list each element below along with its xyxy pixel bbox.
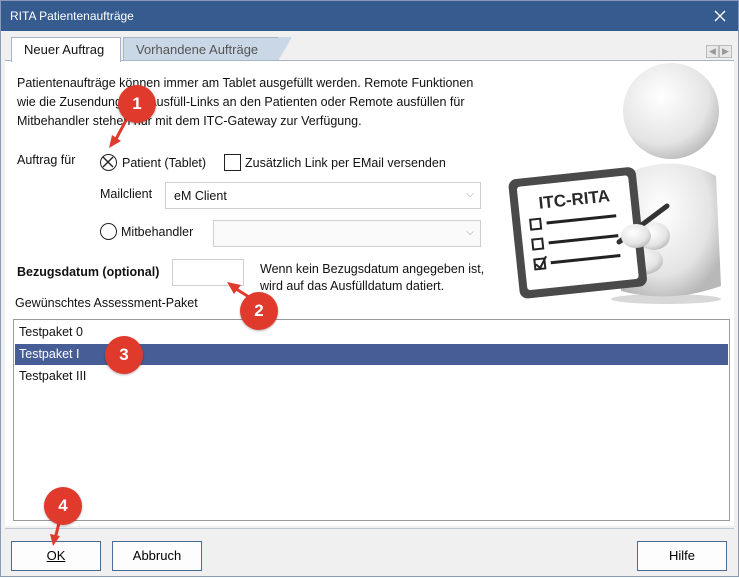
annotation-badge-4: 4 xyxy=(44,487,82,525)
annotation-badge-3: 3 xyxy=(105,336,143,374)
tab-neuer-auftrag[interactable]: Neuer Auftrag xyxy=(11,37,121,62)
annotation-arrows xyxy=(50,110,250,546)
annotation-badge-1: 1 xyxy=(118,85,156,123)
dialog-window: RITA Patientenaufträge Neuer Auftrag Vor… xyxy=(0,0,739,577)
annotation-badge-2: 2 xyxy=(240,292,278,330)
